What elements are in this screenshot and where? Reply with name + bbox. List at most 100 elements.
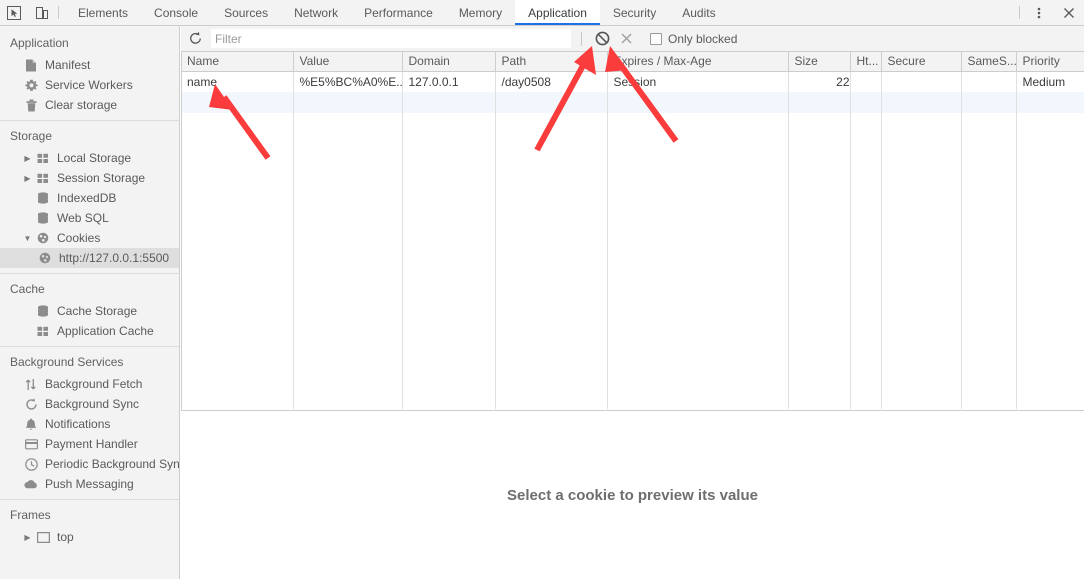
column-header-domain[interactable]: Domain — [402, 52, 496, 72]
sidebar-item-web-sql[interactable]: ▶ Web SQL — [0, 208, 179, 228]
tab-label: Security — [612, 5, 657, 20]
sidebar-item-manifest[interactable]: Manifest — [0, 55, 179, 75]
sidebar-section-background-services: Background Services — [10, 355, 124, 369]
cell-httponly[interactable] — [850, 71, 882, 92]
cell-secure[interactable] — [881, 71, 962, 92]
tab-performance[interactable]: Performance — [351, 0, 446, 25]
sidebar-item-local-storage[interactable]: ▶ Local Storage — [0, 148, 179, 168]
cell-name[interactable]: name — [181, 71, 294, 92]
gear-icon — [22, 79, 40, 92]
table-row-empty[interactable] — [181, 92, 1084, 113]
devtools-window: Elements Console Sources Network Perform… — [0, 0, 1084, 579]
sidebar-item-label: Payment Handler — [45, 437, 138, 451]
tab-network[interactable]: Network — [281, 0, 351, 25]
sidebar-section-frames: Frames — [10, 508, 51, 522]
chevron-right-icon[interactable]: ▶ — [22, 174, 33, 183]
checkbox-box[interactable] — [650, 32, 662, 45]
chevron-right-icon[interactable]: ▶ — [22, 154, 33, 163]
table-row[interactable]: name %E5%BC%A0%E... 127.0.0.1 /day0508 S… — [181, 71, 1084, 92]
tab-label: Memory — [458, 5, 503, 20]
table-header-row: Name Value Domain Path Expires / Max-Age… — [181, 52, 1084, 72]
sidebar-item-service-workers[interactable]: Service Workers — [0, 75, 179, 95]
tab-memory[interactable]: Memory — [446, 0, 515, 25]
tab-label: Network — [294, 5, 339, 20]
column-header-path[interactable]: Path — [495, 52, 608, 72]
only-blocked-checkbox[interactable]: Only blocked — [650, 32, 737, 46]
chevron-down-icon[interactable]: ▼ — [22, 234, 33, 243]
tab-application[interactable]: Application — [515, 0, 600, 25]
close-icon[interactable] — [1054, 0, 1084, 25]
tab-label: Sources — [224, 5, 269, 20]
refresh-icon[interactable] — [181, 31, 209, 46]
sidebar-divider — [0, 120, 179, 121]
tab-elements[interactable]: Elements — [65, 0, 141, 25]
sidebar-item-label: Session Storage — [57, 171, 146, 185]
chevron-spacer: ▶ — [22, 194, 33, 203]
column-header-name[interactable]: Name — [181, 52, 294, 72]
sidebar-item-push-messaging[interactable]: Push Messaging — [0, 474, 179, 494]
cell-domain[interactable]: 127.0.0.1 — [402, 71, 496, 92]
sidebar-item-payment-handler[interactable]: Payment Handler — [0, 434, 179, 454]
cookie-icon — [36, 252, 54, 264]
cell-empty — [961, 92, 1017, 113]
table-icon — [34, 326, 52, 337]
tab-sources[interactable]: Sources — [211, 0, 281, 25]
inspect-element-icon[interactable] — [0, 0, 28, 25]
sidebar-item-label: Cache Storage — [57, 304, 138, 318]
sidebar-item-periodic-background-sync[interactable]: Periodic Background Sync — [0, 454, 179, 474]
sidebar-item-background-fetch[interactable]: Background Fetch — [0, 374, 179, 394]
column-header-size[interactable]: Size — [788, 52, 851, 72]
sidebar-item-cache-storage[interactable]: ▶ Cache Storage — [0, 301, 179, 321]
tab-label: Console — [154, 5, 199, 20]
tab-console[interactable]: Console — [141, 0, 211, 25]
table-icon — [34, 153, 52, 164]
toolbar-divider — [581, 31, 582, 46]
cell-empty — [293, 92, 403, 113]
cookies-table: Name Value Domain Path Expires / Max-Age… — [181, 52, 1084, 409]
column-header-samesite[interactable]: SameS... — [961, 52, 1017, 72]
clear-all-cookies-icon[interactable] — [590, 29, 614, 49]
tab-security[interactable]: Security — [600, 0, 669, 25]
cell-size[interactable]: 22 — [788, 71, 851, 92]
sidebar-item-session-storage[interactable]: ▶ Session Storage — [0, 168, 179, 188]
cell-empty — [402, 92, 496, 113]
sidebar-item-background-sync[interactable]: Background Sync — [0, 394, 179, 414]
filter-input[interactable] — [211, 29, 571, 48]
sidebar-item-label: Local Storage — [57, 151, 132, 165]
card-icon — [22, 438, 40, 450]
chevron-right-icon[interactable]: ▶ — [22, 533, 33, 542]
more-options-icon[interactable] — [1024, 0, 1054, 25]
cell-empty — [850, 92, 882, 113]
cell-value[interactable]: %E5%BC%A0%E... — [293, 71, 403, 92]
cell-path[interactable]: /day0508 — [495, 71, 608, 92]
table-bottom-border — [181, 410, 1084, 411]
devtools-tabbar: Elements Console Sources Network Perform… — [0, 0, 1084, 26]
sidebar-item-label: Web SQL — [57, 211, 109, 225]
cell-samesite[interactable] — [961, 71, 1017, 92]
cell-empty — [181, 113, 294, 409]
sidebar-item-frame-top[interactable]: ▶ top — [0, 527, 179, 547]
sidebar-item-notifications[interactable]: Notifications — [0, 414, 179, 434]
cookies-table-container[interactable]: Name Value Domain Path Expires / Max-Age… — [181, 52, 1084, 411]
cookies-table-body: name %E5%BC%A0%E... 127.0.0.1 /day0508 S… — [181, 71, 1084, 409]
sidebar-item-label: http://127.0.0.1:5500 — [59, 251, 170, 265]
sidebar-item-cookies[interactable]: ▼ Cookies — [0, 228, 179, 248]
sync-icon — [22, 397, 40, 411]
sidebar-item-cookie-origin[interactable]: http://127.0.0.1:5500 — [0, 248, 179, 268]
only-blocked-label: Only blocked — [668, 31, 738, 46]
delete-cookie-icon[interactable] — [614, 29, 638, 49]
sidebar-item-application-cache[interactable]: ▶ Application Cache — [0, 321, 179, 341]
sidebar-item-clear-storage[interactable]: Clear storage — [0, 95, 179, 115]
tab-audits[interactable]: Audits — [669, 0, 728, 25]
column-header-secure[interactable]: Secure — [881, 52, 962, 72]
column-header-expires[interactable]: Expires / Max-Age — [607, 52, 789, 72]
column-header-value[interactable]: Value — [293, 52, 403, 72]
column-header-priority[interactable]: Priority — [1016, 52, 1084, 72]
cell-expires[interactable]: Session — [607, 71, 789, 92]
sidebar-item-label: Cookies — [57, 231, 101, 245]
sidebar-item-indexeddb[interactable]: ▶ IndexedDB — [0, 188, 179, 208]
column-header-httponly[interactable]: Ht... — [850, 52, 882, 72]
application-sidebar[interactable]: Application Manifest Service Workers Cle… — [0, 26, 180, 579]
device-toolbar-icon[interactable] — [28, 0, 56, 25]
cell-priority[interactable]: Medium — [1016, 71, 1084, 92]
